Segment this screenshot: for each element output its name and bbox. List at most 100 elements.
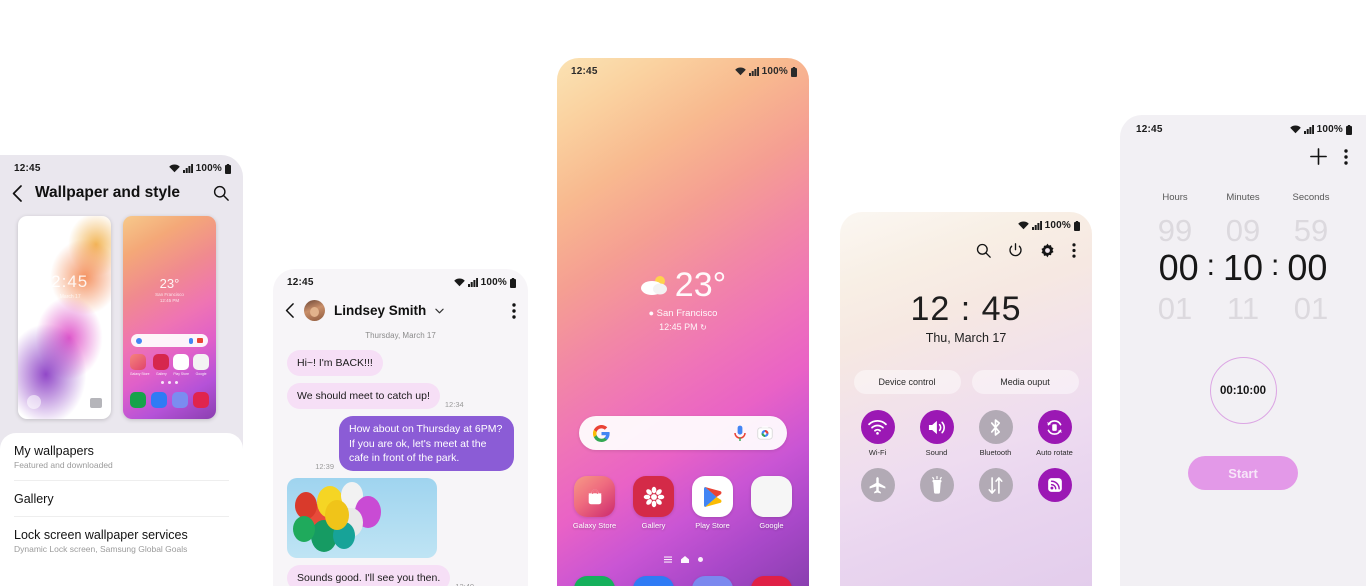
timer-preset-label: 00:10:00	[1219, 384, 1267, 397]
search-icon[interactable]	[213, 185, 229, 201]
preview-app-label: Gallery	[156, 371, 167, 376]
samsung-internet-icon[interactable]	[692, 576, 733, 586]
picker-previous-values[interactable]: 99 09 59	[1120, 213, 1366, 249]
preview-dock	[128, 392, 211, 408]
list-item[interactable]: Gallery	[14, 481, 229, 517]
chevron-down-icon[interactable]	[435, 308, 444, 314]
message-row: 12:39 How about on Thursday at 6PM? If y…	[287, 416, 514, 471]
apps-list-indicator-icon[interactable]	[663, 556, 672, 563]
more-vertical-icon[interactable]	[512, 302, 516, 319]
more-vertical-icon[interactable]	[1344, 148, 1348, 165]
picker-seconds[interactable]: 00	[1273, 247, 1341, 289]
tile-nfc[interactable]	[1029, 468, 1081, 506]
start-button[interactable]: Start	[1188, 456, 1298, 490]
message-timestamp: 12:39	[315, 461, 334, 471]
timer-preset-chip[interactable]: 00:10:00	[1209, 357, 1277, 424]
status-time: 12:45	[571, 66, 598, 77]
preview-galaxy-store-icon	[129, 354, 146, 370]
back-arrow-icon[interactable]	[285, 303, 295, 318]
app-item[interactable]: Gallery	[627, 476, 681, 530]
page-dot[interactable]	[697, 557, 703, 562]
preview-temp: 23°	[159, 276, 180, 291]
device-control-button[interactable]: Device control	[853, 370, 961, 394]
more-vertical-icon[interactable]	[1072, 243, 1076, 258]
picker-hours-prev[interactable]: 99	[1141, 213, 1209, 249]
message-list: Thursday, March 17 Hi~! I'm BACK!!! We s…	[273, 321, 528, 586]
tile-bluetooth[interactable]: Bluetooth	[970, 410, 1022, 457]
plus-icon[interactable]	[1309, 147, 1328, 166]
avatar[interactable]	[304, 300, 325, 321]
play-store-icon	[692, 476, 733, 517]
back-arrow-icon[interactable]	[12, 184, 23, 202]
google-search-bar[interactable]	[579, 416, 787, 450]
preview-app-row: Galaxy Store Gallery Play Store Google	[128, 354, 211, 376]
timer-screen: 12:45 100% Hours Minutes Seconds 99 09 5…	[1120, 115, 1366, 586]
settings-gear-icon[interactable]	[1040, 243, 1055, 258]
picker-seconds-next[interactable]: 01	[1277, 291, 1345, 327]
list-item[interactable]: My wallpapers Featured and downloaded	[14, 433, 229, 481]
signal-icon	[748, 67, 759, 76]
list-item-title: Lock screen wallpaper services	[14, 528, 188, 542]
signal-icon	[467, 278, 478, 287]
lock-date: Thu, March 17	[925, 331, 1007, 345]
picker-minutes[interactable]: 10	[1209, 247, 1277, 289]
message-row: Hi~! I'm BACK!!!	[287, 350, 514, 377]
wifi-icon	[1017, 221, 1029, 230]
home-indicator-icon[interactable]	[680, 556, 689, 563]
phone-icon[interactable]	[574, 576, 615, 586]
power-icon[interactable]	[1008, 243, 1023, 258]
tile-airplane-mode[interactable]	[852, 468, 904, 506]
home-screen-preview[interactable]: 23° San Francisco 12:45 PM Galaxy Store …	[123, 216, 216, 419]
tile-wifi[interactable]: Wi-Fi	[852, 410, 904, 457]
picker-minutes-next[interactable]: 11	[1209, 291, 1277, 327]
tile-mobile-data[interactable]	[970, 468, 1022, 506]
preview-phone-shortcut-icon	[27, 395, 41, 409]
picker-separator: :	[1271, 249, 1280, 282]
status-time: 12:45	[287, 277, 314, 288]
column-label-hours: Hours	[1162, 192, 1188, 203]
app-item[interactable]: Google	[745, 476, 799, 530]
tile-sound[interactable]: Sound	[911, 410, 963, 457]
nfc-icon	[1037, 468, 1072, 502]
search-icon[interactable]	[976, 243, 991, 258]
tile-auto-rotate[interactable]: Auto rotate	[1029, 410, 1081, 457]
message-bubble-incoming[interactable]: Sounds good. I'll see you then.	[287, 564, 451, 586]
battery-icon	[791, 66, 797, 77]
message-image-attachment[interactable]	[287, 477, 437, 558]
wifi-icon	[168, 164, 180, 173]
message-bubble-incoming[interactable]: Hi~! I'm BACK!!!	[287, 350, 383, 377]
preview-internet-icon	[171, 392, 188, 408]
weather-widget[interactable]: 23° ● San Francisco 12:45 PM ↻	[557, 268, 809, 332]
conversation-app-bar: Lindsey Smith	[273, 288, 528, 321]
battery-percent: 100%	[1044, 220, 1071, 231]
app-item[interactable]: Play Store	[686, 476, 740, 530]
status-bar: 12:45 100%	[1120, 115, 1366, 135]
picker-next-values[interactable]: 01 11 01	[1120, 291, 1366, 327]
preview-app-label: Google	[195, 371, 207, 376]
microphone-icon[interactable]	[734, 425, 746, 442]
lock-screen-preview[interactable]: 12:45 Thu, March 17	[18, 216, 111, 419]
picker-selected-values[interactable]: 00 : 10 : 00	[1120, 247, 1366, 289]
media-output-button[interactable]: Media ouput	[971, 370, 1079, 394]
app-item[interactable]: Galaxy Store	[568, 476, 622, 530]
google-lens-icon[interactable]	[757, 426, 773, 440]
camera-icon[interactable]	[751, 576, 792, 586]
preview-app-label: Galaxy Store	[129, 371, 150, 376]
page-indicator[interactable]	[557, 556, 809, 563]
message-row: Sounds good. I'll see you then. 12:40	[287, 564, 514, 586]
picker-minutes-prev[interactable]: 09	[1209, 213, 1277, 249]
message-timestamp: 12:34	[444, 400, 464, 410]
picker-hours[interactable]: 00	[1145, 247, 1213, 289]
message-bubble-outgoing[interactable]: How about on Thursday at 6PM? If you are…	[339, 416, 514, 471]
message-timestamp: 12:40	[455, 582, 474, 586]
messages-icon[interactable]	[633, 576, 674, 586]
list-item[interactable]: Lock screen wallpaper services Dynamic L…	[14, 517, 229, 564]
picker-hours-next[interactable]: 01	[1141, 291, 1209, 327]
preview-page-dots	[123, 381, 216, 384]
battery-icon	[510, 277, 516, 288]
tile-flashlight[interactable]	[911, 468, 963, 506]
preview-google-folder-icon	[193, 354, 210, 370]
tile-label: Sound	[925, 448, 948, 457]
message-bubble-incoming[interactable]: We should meet to catch up!	[287, 383, 440, 410]
picker-seconds-prev[interactable]: 59	[1277, 213, 1345, 249]
